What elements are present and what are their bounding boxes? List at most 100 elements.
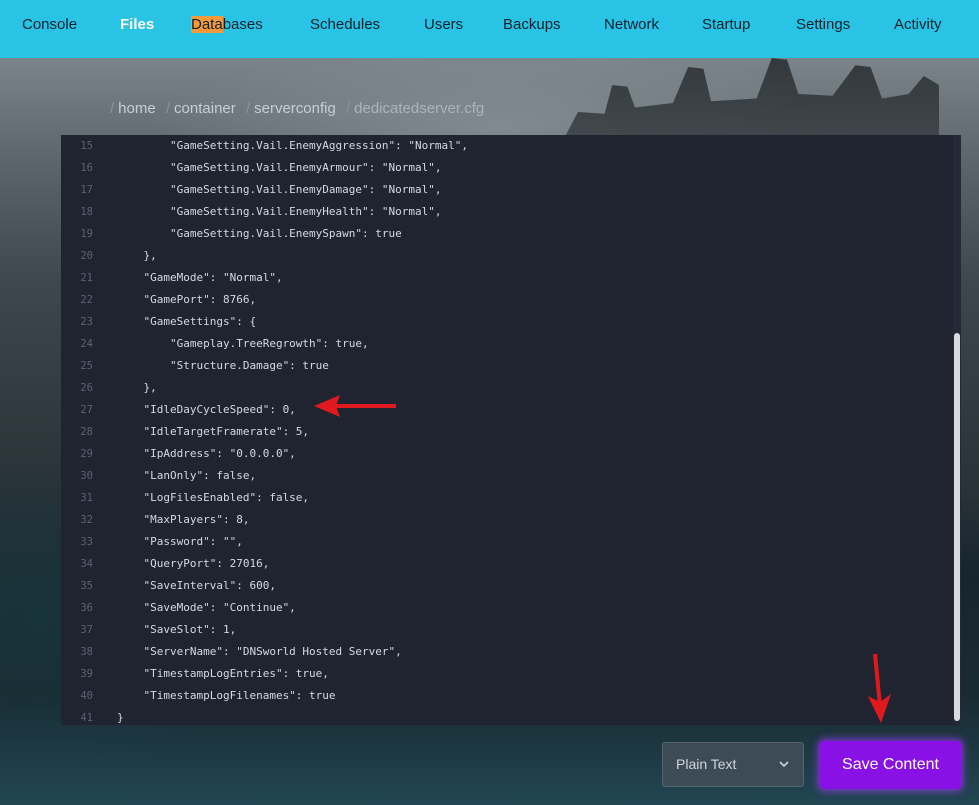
code-line[interactable]: 17 "GameSetting.Vail.EnemyDamage": "Norm… (61, 179, 951, 201)
syntax-mode-select[interactable]: Plain Text (662, 742, 804, 787)
line-number: 25 (80, 360, 93, 372)
line-text: "TimestampLogFilenames": true (117, 689, 336, 702)
line-number: 40 (80, 690, 93, 702)
line-number: 32 (80, 514, 93, 526)
nav-item-schedules[interactable]: Schedules (310, 16, 380, 34)
line-number: 34 (80, 558, 93, 570)
line-text: "SaveMode": "Continue", (117, 601, 296, 614)
code-line[interactable]: 28 "IdleTargetFramerate": 5, (61, 421, 951, 443)
code-line[interactable]: 30 "LanOnly": false, (61, 465, 951, 487)
line-number: 29 (80, 448, 93, 460)
arrow-down-annotation (868, 653, 891, 723)
code-line[interactable]: 22 "GamePort": 8766, (61, 289, 951, 311)
code-line[interactable]: 26 }, (61, 377, 951, 399)
line-text: "Password": "", (117, 535, 243, 548)
line-text: "ServerName": "DNSworld Hosted Server", (117, 645, 402, 658)
line-text: "MaxPlayers": 8, (117, 513, 250, 526)
code-line[interactable]: 31 "LogFilesEnabled": false, (61, 487, 951, 509)
editor-scrollbar-track[interactable] (953, 135, 961, 725)
editor-scrollbar-thumb[interactable] (954, 333, 960, 721)
nav-item-activity[interactable]: Activity (894, 16, 942, 34)
search-highlight: Data (191, 16, 223, 33)
line-number: 37 (80, 624, 93, 636)
line-number: 36 (80, 602, 93, 614)
nav-item-databases[interactable]: Databases (191, 16, 263, 34)
code-line[interactable]: 29 "IpAddress": "0.0.0.0", (61, 443, 951, 465)
code-line[interactable]: 38 "ServerName": "DNSworld Hosted Server… (61, 641, 951, 663)
line-number: 41 (80, 712, 93, 724)
code-line[interactable]: 34 "QueryPort": 27016, (61, 553, 951, 575)
line-text: "SaveSlot": 1, (117, 623, 237, 636)
breadcrumb-serverconfig[interactable]: serverconfig (254, 100, 336, 117)
line-text: "GamePort": 8766, (117, 293, 257, 306)
code-editor[interactable]: 41} 40 "TimestampLogFilenames": true 39 "T… (61, 135, 961, 725)
line-text: } (117, 711, 124, 724)
code-line[interactable]: 36 "SaveMode": "Continue", (61, 597, 951, 619)
line-text: }, (117, 381, 157, 394)
line-number: 23 (80, 316, 93, 328)
line-text: "Structure.Damage": true (117, 359, 329, 372)
nav-item-files[interactable]: Files (120, 16, 154, 34)
line-number: 16 (80, 162, 93, 174)
breadcrumb-home[interactable]: home (118, 100, 156, 117)
breadcrumb-container[interactable]: container (174, 100, 236, 117)
code-line[interactable]: 16 "GameSetting.Vail.EnemyArmour": "Norm… (61, 157, 951, 179)
line-text: "IdleDayCycleSpeed": 0, (117, 403, 296, 416)
nav-item-databases-rest: bases (222, 16, 263, 33)
line-number: 38 (80, 646, 93, 658)
line-text: "SaveInterval": 600, (117, 579, 276, 592)
line-number: 28 (80, 426, 93, 438)
line-number: 20 (80, 250, 93, 262)
line-number: 24 (80, 338, 93, 350)
line-number: 18 (80, 206, 93, 218)
line-number: 15 (80, 140, 93, 152)
line-text: "TimestampLogEntries": true, (117, 667, 329, 680)
line-text: "LogFilesEnabled": false, (117, 491, 310, 504)
line-text: "LanOnly": false, (117, 469, 257, 482)
nav-item-settings[interactable]: Settings (796, 16, 850, 34)
line-text: "Gameplay.TreeRegrowth": true, (117, 337, 369, 350)
code-line[interactable]: 32 "MaxPlayers": 8, (61, 509, 951, 531)
line-number: 21 (80, 272, 93, 284)
code-line[interactable]: 15 "GameSetting.Vail.EnemyAggression": "… (61, 135, 951, 157)
breadcrumb-separator: / (245, 100, 251, 117)
chevron-down-icon (779, 761, 789, 768)
line-number: 35 (80, 580, 93, 592)
code-line[interactable]: 35 "SaveInterval": 600, (61, 575, 951, 597)
code-line[interactable]: 24 "Gameplay.TreeRegrowth": true, (61, 333, 951, 355)
breadcrumb: / home / container / serverconfig / dedicate… (110, 100, 490, 117)
line-number: 31 (80, 492, 93, 504)
code-line[interactable]: 40 "TimestampLogFilenames": true (61, 685, 951, 707)
nav-item-console[interactable]: Console (22, 16, 77, 34)
arrow-left-annotation (314, 395, 396, 417)
code-line[interactable]: 41} (61, 707, 951, 725)
nav-item-network[interactable]: Network (604, 16, 659, 34)
code-line[interactable]: 21 "GameMode": "Normal", (61, 267, 951, 289)
code-line[interactable]: 37 "SaveSlot": 1, (61, 619, 951, 641)
line-text: "IdleTargetFramerate": 5, (117, 425, 310, 438)
line-number: 26 (80, 382, 93, 394)
nav-item-backups[interactable]: Backups (503, 16, 561, 34)
save-content-button[interactable]: Save Content (820, 741, 961, 789)
code-line[interactable]: 27 "IdleDayCycleSpeed": 0, (61, 399, 951, 421)
nav-item-startup[interactable]: Startup (702, 16, 750, 34)
syntax-mode-value: Plain Text (676, 756, 737, 772)
breadcrumb-separator: / (345, 100, 351, 117)
code-line[interactable]: 39 "TimestampLogEntries": true, (61, 663, 951, 685)
code-line[interactable]: 19 "GameSetting.Vail.EnemySpawn": true (61, 223, 951, 245)
line-number: 33 (80, 536, 93, 548)
line-number: 27 (80, 404, 93, 416)
line-number: 22 (80, 294, 93, 306)
code-line[interactable]: 20 }, (61, 245, 951, 267)
line-text: "GameSettings": { (117, 315, 257, 328)
line-text: "GameSetting.Vail.EnemyHealth": "Normal"… (117, 205, 442, 218)
code-line[interactable]: 33 "Password": "", (61, 531, 951, 553)
line-text: "GameSetting.Vail.EnemyArmour": "Normal"… (117, 161, 442, 174)
breadcrumb-current-file: dedicatedserver.cfg (354, 100, 485, 117)
line-number: 17 (80, 184, 93, 196)
code-line[interactable]: 25 "Structure.Damage": true (61, 355, 951, 377)
code-line[interactable]: 23 "GameSettings": { (61, 311, 951, 333)
code-line[interactable]: 18 "GameSetting.Vail.EnemyHealth": "Norm… (61, 201, 951, 223)
line-text: "GameMode": "Normal", (117, 271, 283, 284)
nav-item-users[interactable]: Users (424, 16, 463, 34)
